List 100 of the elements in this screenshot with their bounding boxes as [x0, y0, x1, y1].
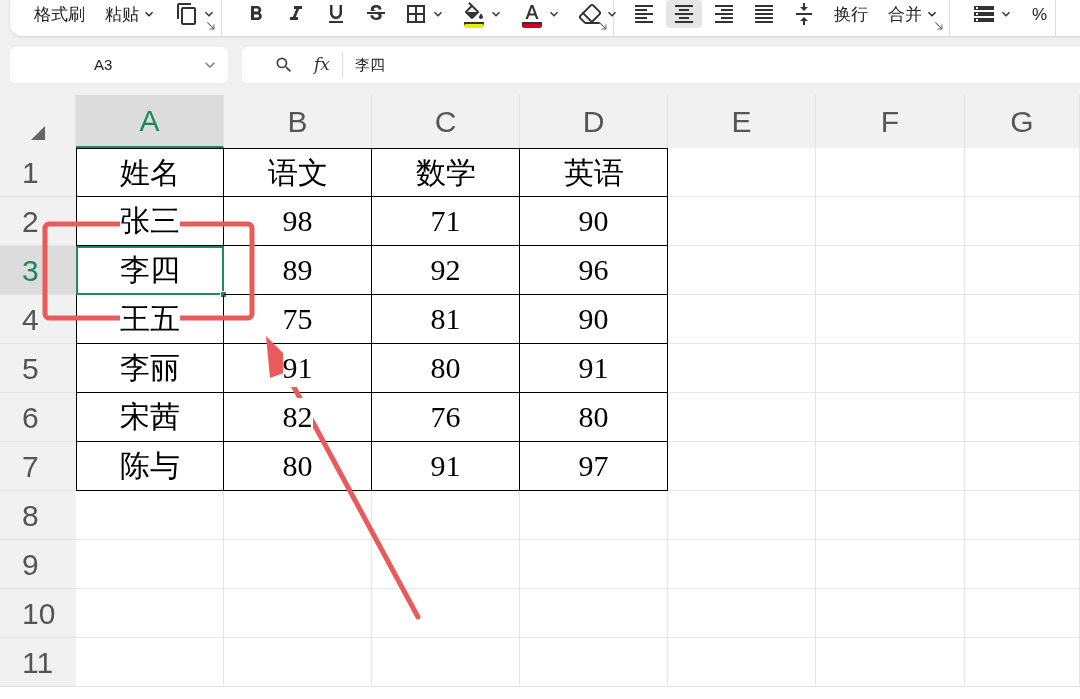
table-cell[interactable]: 数学: [372, 148, 520, 197]
table-cell[interactable]: 91: [520, 344, 668, 393]
table-cell[interactable]: 90: [520, 295, 668, 344]
table-cell[interactable]: 语文: [224, 148, 372, 197]
toolbar-button[interactable]: %: [1024, 0, 1056, 28]
column-header[interactable]: D: [520, 95, 668, 148]
table-cell[interactable]: 宋茜: [76, 393, 224, 442]
grid-cell[interactable]: [965, 540, 1080, 589]
table-cell[interactable]: 98: [224, 197, 372, 246]
row-header[interactable]: 2: [0, 197, 76, 246]
grid-cell[interactable]: [668, 344, 816, 393]
grid-cell[interactable]: [372, 540, 520, 589]
grid-cell[interactable]: [816, 246, 965, 295]
row-header[interactable]: 4: [0, 295, 76, 344]
grid-cell[interactable]: [816, 148, 965, 197]
table-cell[interactable]: 英语: [520, 148, 668, 197]
column-header[interactable]: C: [372, 95, 520, 148]
table-cell[interactable]: 89: [224, 246, 372, 295]
row-header[interactable]: 6: [0, 393, 76, 442]
grid-cell[interactable]: [816, 393, 965, 442]
table-cell[interactable]: 76: [372, 393, 520, 442]
grid-cell[interactable]: [965, 148, 1080, 197]
grid-cell[interactable]: [965, 197, 1080, 246]
grid-cell[interactable]: [816, 589, 965, 638]
row-header[interactable]: 11: [0, 638, 76, 687]
grid-cell[interactable]: [224, 638, 372, 687]
grid-cell[interactable]: [668, 442, 816, 491]
column-header[interactable]: F: [816, 95, 965, 148]
grid-cell[interactable]: [965, 393, 1080, 442]
grid-cell[interactable]: [668, 540, 816, 589]
grid-cell[interactable]: [76, 589, 224, 638]
row-header[interactable]: 8: [0, 491, 76, 540]
grid-cell[interactable]: [668, 246, 816, 295]
grid-cell[interactable]: [668, 491, 816, 540]
grid-cell[interactable]: [816, 491, 965, 540]
grid-cell[interactable]: [816, 197, 965, 246]
table-cell[interactable]: 李四: [76, 246, 224, 295]
table-cell[interactable]: 80: [224, 442, 372, 491]
table-cell[interactable]: 82: [224, 393, 372, 442]
row-header[interactable]: 5: [0, 344, 76, 393]
row-header[interactable]: 9: [0, 540, 76, 589]
grid-cell[interactable]: [668, 148, 816, 197]
grid-cell[interactable]: [520, 491, 668, 540]
grid-cell[interactable]: [76, 540, 224, 589]
grid-cell[interactable]: [372, 638, 520, 687]
grid-cell[interactable]: [816, 344, 965, 393]
grid-cell[interactable]: [76, 638, 224, 687]
table-cell[interactable]: 92: [372, 246, 520, 295]
table-cell[interactable]: 80: [520, 393, 668, 442]
table-cell[interactable]: 91: [372, 442, 520, 491]
grid-cell[interactable]: [668, 589, 816, 638]
grid-cell[interactable]: [965, 638, 1080, 687]
grid-cell[interactable]: [965, 491, 1080, 540]
grid-cell[interactable]: [668, 197, 816, 246]
toolbar-button[interactable]: [666, 0, 702, 28]
table-cell[interactable]: 王五: [76, 295, 224, 344]
table-cell[interactable]: 张三: [76, 197, 224, 246]
grid-cell[interactable]: [965, 442, 1080, 491]
toolbar-button[interactable]: 粘贴: [97, 0, 165, 28]
grid-cell[interactable]: [224, 540, 372, 589]
dialog-launcher-icon[interactable]: [597, 20, 609, 32]
toolbar-button[interactable]: 格式刷: [26, 0, 93, 28]
row-header[interactable]: 10: [0, 589, 76, 638]
grid-cell[interactable]: [520, 540, 668, 589]
grid-cell[interactable]: [816, 295, 965, 344]
table-cell[interactable]: 71: [372, 197, 520, 246]
table-cell[interactable]: 陈与: [76, 442, 224, 491]
grid-cell[interactable]: [372, 491, 520, 540]
select-all-icon[interactable]: [30, 126, 45, 140]
row-header[interactable]: 1: [0, 148, 76, 197]
fill-handle[interactable]: [220, 291, 227, 298]
grid-cell[interactable]: [816, 540, 965, 589]
grid-cell[interactable]: [965, 589, 1080, 638]
grid-cell[interactable]: [520, 589, 668, 638]
toolbar-button[interactable]: 换行: [826, 0, 876, 28]
table-cell[interactable]: 李丽: [76, 344, 224, 393]
grid-cell[interactable]: [965, 295, 1080, 344]
column-header[interactable]: E: [668, 95, 816, 148]
grid-cell[interactable]: [668, 638, 816, 687]
column-header[interactable]: B: [224, 95, 372, 148]
grid-cell[interactable]: [965, 344, 1080, 393]
grid-cell[interactable]: [668, 393, 816, 442]
grid-cell[interactable]: [965, 246, 1080, 295]
grid-cell[interactable]: [816, 638, 965, 687]
table-cell[interactable]: 90: [520, 197, 668, 246]
grid-cell[interactable]: [520, 638, 668, 687]
table-cell[interactable]: 75: [224, 295, 372, 344]
table-cell[interactable]: 81: [372, 295, 520, 344]
table-cell[interactable]: 姓名: [76, 148, 224, 197]
formula-bar[interactable]: fx 李四: [242, 47, 1080, 83]
name-box[interactable]: A3: [10, 47, 228, 83]
table-cell[interactable]: 97: [520, 442, 668, 491]
grid-cell[interactable]: [372, 589, 520, 638]
row-header[interactable]: 7: [0, 442, 76, 491]
grid-cell[interactable]: [76, 491, 224, 540]
grid-cell[interactable]: [224, 491, 372, 540]
table-cell[interactable]: 96: [520, 246, 668, 295]
grid-cell[interactable]: [668, 295, 816, 344]
toolbar-button[interactable]: 合并: [880, 0, 948, 28]
grid-cell[interactable]: [816, 442, 965, 491]
